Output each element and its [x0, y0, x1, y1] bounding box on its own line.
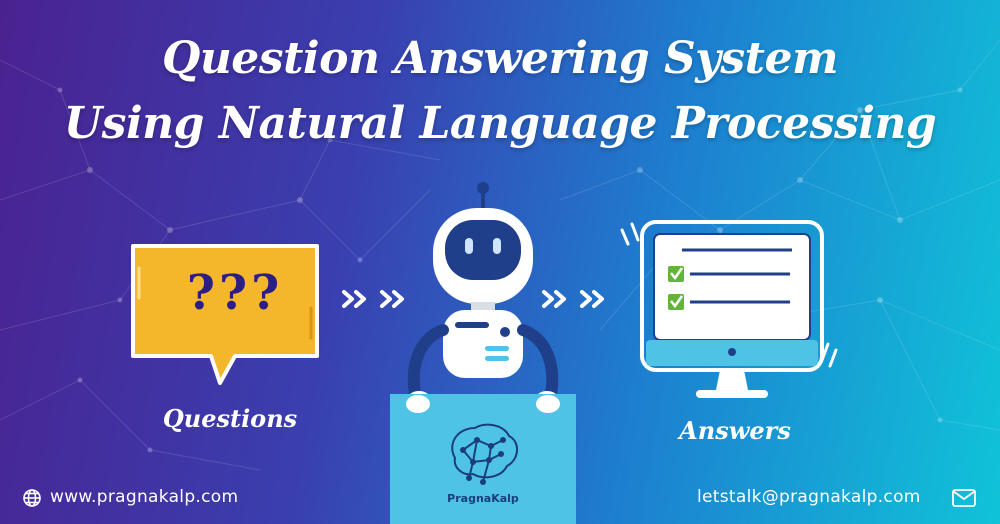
answers-caption: Answers [679, 416, 791, 445]
title-line-2: Using Natural Language Processing [63, 98, 937, 149]
globe-icon [23, 489, 41, 507]
brain-network-icon [451, 423, 518, 485]
envelope-icon [952, 489, 976, 507]
website-link[interactable]: www.pragnakalp.com [50, 487, 238, 507]
title-line-1: Question Answering System [161, 33, 839, 84]
brand-name: PragnaKalp [447, 492, 519, 505]
robot-icon [407, 182, 559, 409]
banner: Question Answering System Using Natural … [0, 0, 1000, 524]
question-marks: ??? [186, 265, 284, 321]
questions-caption: Questions [162, 404, 298, 433]
email-link[interactable]: letstalk@pragnakalp.com [697, 487, 921, 507]
monitor-checklist-icon [620, 220, 838, 398]
